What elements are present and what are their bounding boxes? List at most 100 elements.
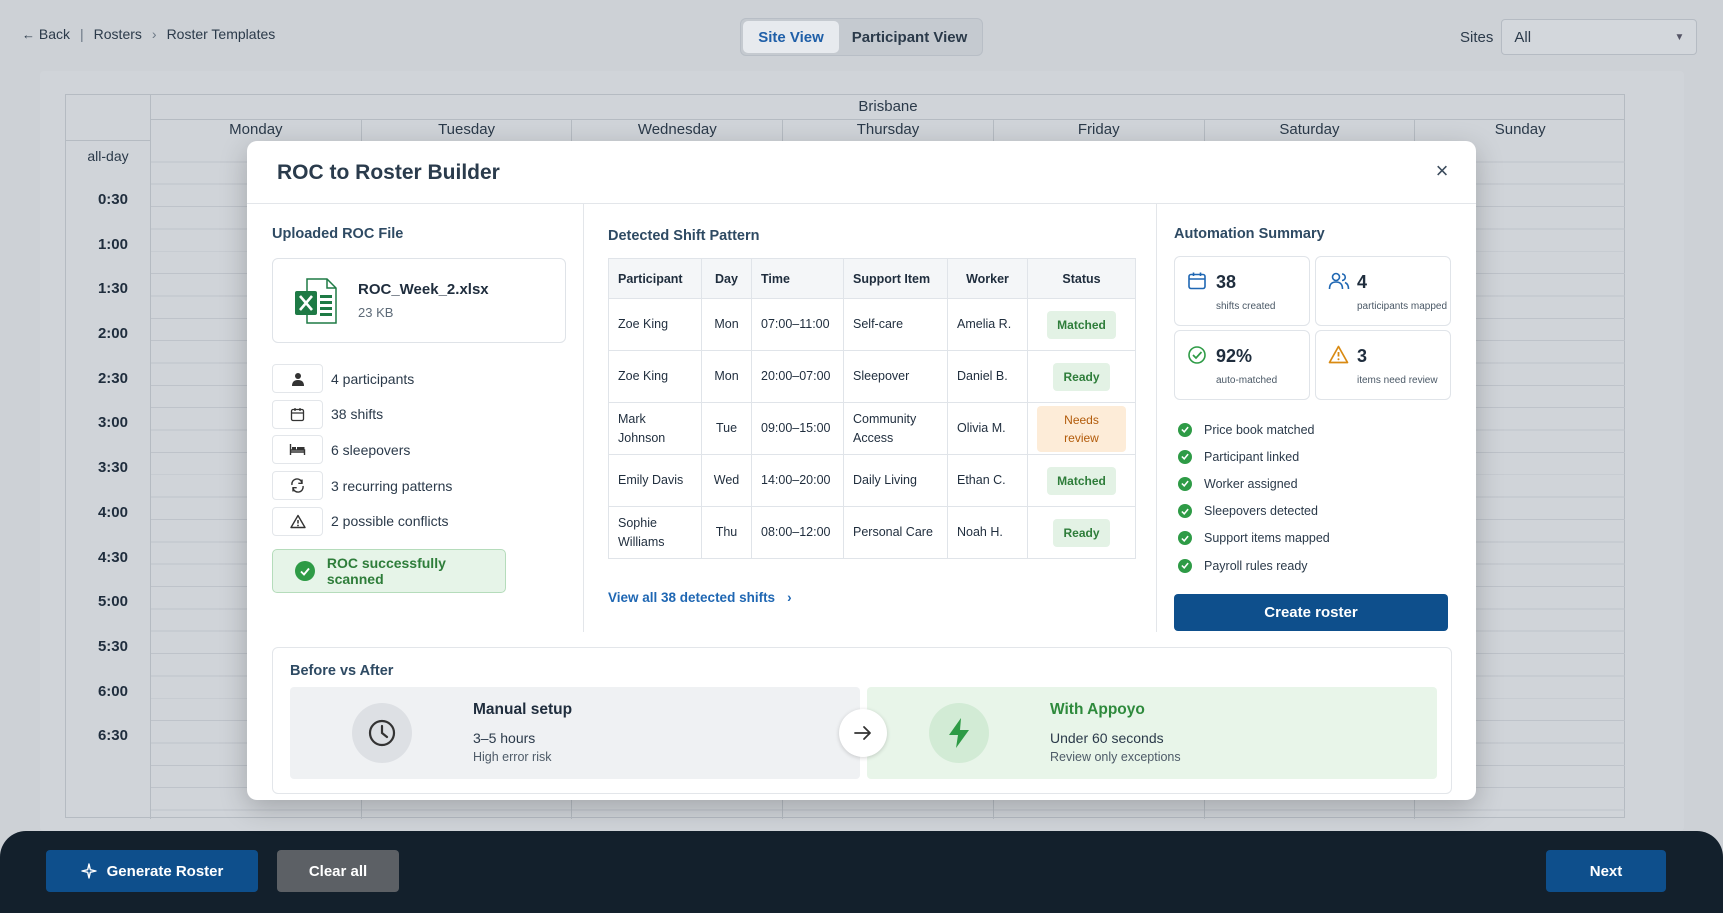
modal-header: ROC to Roster Builder × bbox=[247, 141, 1476, 204]
clear-all-button[interactable]: Clear all bbox=[277, 850, 399, 892]
scan-success-banner: ROC successfully scanned bbox=[272, 549, 506, 593]
checklist-label: Participant linked bbox=[1204, 449, 1300, 464]
time-label: 5:00 bbox=[97, 593, 128, 611]
column-header: Worker bbox=[947, 258, 1028, 299]
time-label: 6:30 bbox=[97, 727, 128, 745]
status-badge: Needs review bbox=[1037, 405, 1126, 452]
sites-filter: Sites All ▼ bbox=[1460, 19, 1698, 55]
participant-cell: Emily Davis bbox=[608, 454, 702, 507]
shift-pattern-title: Detected Shift Pattern bbox=[608, 228, 760, 244]
stat-label: 3 recurring patterns bbox=[331, 477, 453, 494]
warning-icon bbox=[1328, 345, 1349, 364]
participant-cell: Zoe King bbox=[608, 350, 702, 403]
status-badge: Ready bbox=[1053, 362, 1110, 391]
worker-cell: Olivia M. bbox=[947, 402, 1028, 455]
kpi-value: 3 bbox=[1357, 346, 1368, 366]
generate-roster-label: Generate Roster bbox=[106, 862, 224, 880]
shift-pattern-panel: Detected Shift Pattern Participant Day T… bbox=[584, 204, 1157, 632]
create-roster-button[interactable]: Create roster bbox=[1174, 594, 1448, 631]
next-button[interactable]: Next bbox=[1546, 850, 1666, 892]
table-row[interactable]: Zoe King Mon 20:00–07:00 Sleepover Danie… bbox=[608, 350, 1136, 403]
time-cell: 08:00–12:00 bbox=[751, 506, 844, 559]
checklist-label: Payroll rules ready bbox=[1204, 558, 1308, 573]
time-label: 3:30 bbox=[97, 459, 128, 477]
chevron-down-icon: ▼ bbox=[1674, 31, 1685, 43]
shift-pattern-table: Participant Day Time Support Item Worker… bbox=[608, 258, 1136, 559]
clock-icon bbox=[352, 703, 412, 763]
chevron-right-icon: › bbox=[787, 590, 792, 605]
close-icon[interactable]: × bbox=[1430, 159, 1454, 183]
appoyo-duration: Under 60 seconds bbox=[1050, 730, 1164, 746]
check-circle-icon bbox=[295, 561, 315, 581]
stat-label: 4 participants bbox=[331, 370, 415, 387]
arrow-right-icon bbox=[839, 709, 887, 757]
bottom-action-bar: Generate Roster Clear all Next bbox=[0, 831, 1723, 913]
kpi-items-need-review: 3 items need review bbox=[1315, 330, 1451, 400]
status-badge: Matched bbox=[1047, 310, 1116, 339]
view-all-shifts-link[interactable]: View all 38 detected shifts › bbox=[608, 590, 792, 605]
table-row[interactable]: Emily Davis Wed 14:00–20:00 Daily Living… bbox=[608, 454, 1136, 507]
automation-summary-panel: Automation Summary 38 shifts created 4 p… bbox=[1157, 204, 1476, 632]
support-item-cell: Community Access bbox=[843, 402, 948, 455]
appoyo-panel: With Appoyo Under 60 seconds Review only… bbox=[867, 687, 1437, 779]
checklist-item: Price book matched bbox=[1178, 416, 1330, 443]
manual-duration: 3–5 hours bbox=[473, 730, 536, 746]
file-card[interactable]: ROC_Week_2.xlsx 23 KB bbox=[272, 258, 566, 343]
arrow-left-icon: ← bbox=[22, 27, 35, 42]
participant-cell: Mark Johnson bbox=[608, 402, 702, 455]
time-label: 4:30 bbox=[97, 548, 128, 566]
back-link[interactable]: ← Back bbox=[22, 26, 70, 42]
check-circle-icon bbox=[1178, 476, 1192, 491]
stat-shifts: 38 shifts bbox=[272, 397, 452, 433]
time-label: 0:30 bbox=[97, 191, 128, 208]
before-after-title: Before vs After bbox=[290, 663, 394, 679]
breadcrumb: ← Back | Rosters › Roster Templates bbox=[22, 26, 275, 42]
column-header: Participant bbox=[608, 258, 702, 299]
checklist-item: Support items mapped bbox=[1178, 525, 1330, 552]
worker-cell: Amelia R. bbox=[947, 298, 1028, 351]
view-toggle: Site View Participant View bbox=[740, 18, 983, 56]
site-view-tab[interactable]: Site View bbox=[743, 21, 839, 53]
time-label: 2:00 bbox=[97, 325, 128, 343]
stat-sleepovers: 6 sleepovers bbox=[272, 432, 452, 468]
breadcrumb-rosters[interactable]: Rosters bbox=[94, 26, 142, 42]
day-header: Wednesday bbox=[571, 120, 782, 140]
checklist-label: Support items mapped bbox=[1204, 531, 1330, 546]
bed-icon bbox=[272, 435, 323, 465]
worker-cell: Ethan C. bbox=[947, 454, 1028, 507]
manual-title: Manual setup bbox=[473, 701, 573, 718]
support-item-cell: Personal Care bbox=[843, 506, 948, 559]
sparkle-icon bbox=[80, 863, 97, 879]
before-after-comparison: Before vs After Manual setup 3–5 hours H… bbox=[272, 647, 1452, 794]
kpi-value: 4 bbox=[1357, 272, 1368, 292]
kpi-label: items need review bbox=[1357, 375, 1438, 386]
stat-recurring: 3 recurring patterns bbox=[272, 468, 452, 504]
kpi-value: 92% bbox=[1216, 346, 1253, 366]
checklist-label: Price book matched bbox=[1204, 422, 1315, 437]
table-row[interactable]: Zoe King Mon 07:00–11:00 Self-care Ameli… bbox=[608, 298, 1136, 351]
person-icon bbox=[272, 364, 323, 394]
top-bar: ← Back | Rosters › Roster Templates Site… bbox=[0, 0, 1723, 70]
roc-builder-modal: ROC to Roster Builder × Uploaded ROC Fil… bbox=[247, 141, 1476, 800]
time-label: 5:30 bbox=[97, 637, 128, 655]
table-row[interactable]: Mark Johnson Tue 09:00–15:00 Community A… bbox=[608, 402, 1136, 455]
check-circle-icon bbox=[1178, 449, 1192, 464]
participant-cell: Zoe King bbox=[608, 298, 702, 351]
day-cell: Wed bbox=[701, 454, 752, 507]
breadcrumb-current: Roster Templates bbox=[166, 26, 276, 42]
check-circle-icon bbox=[1178, 422, 1192, 437]
manual-setup-panel: Manual setup 3–5 hours High error risk bbox=[290, 687, 860, 779]
generate-roster-button[interactable]: Generate Roster bbox=[46, 850, 258, 892]
participant-view-tab[interactable]: Participant View bbox=[839, 21, 980, 53]
sites-select[interactable]: All ▼ bbox=[1501, 19, 1698, 55]
people-icon bbox=[1328, 272, 1350, 290]
checklist-label: Worker assigned bbox=[1204, 476, 1298, 491]
table-row[interactable]: Sophie Williams Thu 08:00–12:00 Personal… bbox=[608, 506, 1136, 559]
day-header: Sunday bbox=[1414, 120, 1625, 140]
modal-title: ROC to Roster Builder bbox=[277, 161, 500, 184]
kpi-label: participants mapped bbox=[1357, 301, 1448, 312]
uploaded-file-title: Uploaded ROC File bbox=[272, 226, 404, 242]
check-circle-icon bbox=[1178, 558, 1192, 573]
automation-checklist: Price book matched Participant linked Wo… bbox=[1178, 416, 1330, 579]
checklist-item: Worker assigned bbox=[1178, 470, 1330, 497]
